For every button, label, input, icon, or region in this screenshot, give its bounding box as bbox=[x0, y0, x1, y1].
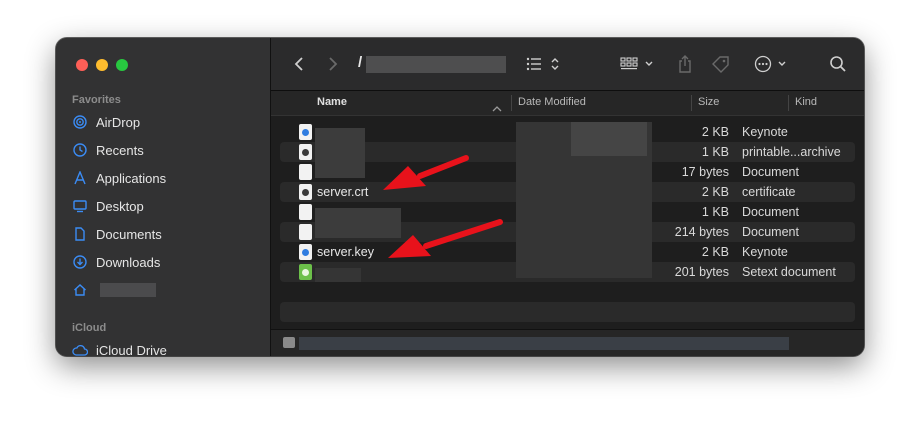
sidebar-item-applications[interactable]: Applications bbox=[72, 167, 262, 189]
share-icon[interactable] bbox=[677, 54, 693, 74]
redacted-path-bar bbox=[299, 337, 789, 350]
setext-file-icon bbox=[299, 264, 312, 280]
sidebar-item-home[interactable] bbox=[72, 279, 262, 301]
file-browser: / Name Date Modified Size Kind 2 KB Keyn… bbox=[271, 38, 864, 356]
file-kind: Document bbox=[742, 205, 799, 219]
redacted-username bbox=[100, 283, 156, 297]
file-kind: certificate bbox=[742, 185, 796, 199]
sort-ascending-icon[interactable] bbox=[492, 99, 502, 117]
sidebar-section-icloud: iCloud bbox=[72, 322, 107, 334]
empty-row bbox=[280, 302, 855, 322]
certificate-file-icon bbox=[299, 184, 312, 200]
file-kind: Keynote bbox=[742, 245, 788, 259]
file-name: server.key bbox=[317, 245, 374, 259]
path-bar bbox=[271, 329, 864, 356]
file-kind: Setext document bbox=[742, 265, 836, 279]
column-divider[interactable] bbox=[788, 95, 789, 111]
more-icon[interactable] bbox=[753, 54, 791, 74]
sidebar-item-recents[interactable]: Recents bbox=[72, 139, 262, 161]
finder-window: Favorites AirDrop Recents Applications D… bbox=[56, 38, 864, 356]
sidebar-item-label: Desktop bbox=[96, 198, 144, 214]
file-kind: Keynote bbox=[742, 125, 788, 139]
cloud-icon bbox=[72, 342, 88, 356]
toolbar: / bbox=[271, 38, 864, 91]
sidebar-item-downloads[interactable]: Downloads bbox=[72, 251, 262, 273]
download-icon bbox=[72, 254, 88, 270]
document-icon bbox=[72, 226, 88, 242]
sidebar-item-icloud-drive[interactable]: iCloud Drive bbox=[72, 339, 262, 356]
sidebar-item-airdrop[interactable]: AirDrop bbox=[72, 111, 262, 133]
sidebar-item-label: AirDrop bbox=[96, 114, 141, 130]
file-kind: printable...archive bbox=[742, 145, 841, 159]
home-icon bbox=[72, 282, 88, 298]
sidebar-item-label: Documents bbox=[96, 226, 162, 242]
grid-view-icon[interactable] bbox=[619, 54, 659, 74]
sidebar: Favorites AirDrop Recents Applications D… bbox=[56, 38, 271, 356]
column-header: Name Date Modified Size Kind bbox=[271, 91, 864, 116]
file-name: server.crt bbox=[317, 185, 369, 199]
desktop-icon bbox=[72, 198, 88, 214]
file-kind: Document bbox=[742, 225, 799, 239]
disk-icon bbox=[283, 337, 295, 348]
redacted-file-names bbox=[315, 208, 401, 238]
column-header-name[interactable]: Name bbox=[317, 96, 347, 108]
keynote-file-icon bbox=[299, 244, 312, 260]
search-icon[interactable] bbox=[828, 54, 848, 74]
close-window-button[interactable] bbox=[76, 59, 88, 71]
applications-icon bbox=[72, 170, 88, 186]
sidebar-section-favorites: Favorites bbox=[72, 94, 121, 106]
keynote-file-icon bbox=[299, 124, 312, 140]
redacted-file-names bbox=[315, 128, 365, 178]
column-header-kind[interactable]: Kind bbox=[795, 96, 817, 108]
column-divider[interactable] bbox=[511, 95, 512, 111]
tag-icon[interactable] bbox=[711, 54, 731, 74]
column-header-date-modified[interactable]: Date Modified bbox=[518, 96, 586, 108]
archive-file-icon bbox=[299, 144, 312, 160]
sidebar-item-label: Applications bbox=[96, 170, 167, 186]
minimize-window-button[interactable] bbox=[96, 59, 108, 71]
clock-icon bbox=[72, 142, 88, 158]
sidebar-item-label: Downloads bbox=[96, 254, 161, 270]
redacted-path bbox=[366, 56, 506, 73]
column-header-size[interactable]: Size bbox=[698, 96, 719, 108]
sidebar-item-desktop[interactable]: Desktop bbox=[72, 195, 262, 217]
zoom-window-button[interactable] bbox=[116, 59, 128, 71]
path-title: / bbox=[358, 54, 363, 71]
redacted-dates bbox=[571, 122, 647, 156]
airdrop-icon bbox=[72, 114, 88, 130]
blank-file-icon bbox=[299, 204, 312, 220]
back-icon[interactable] bbox=[291, 54, 307, 74]
sidebar-item-label: iCloud Drive bbox=[96, 342, 167, 357]
blank-file-icon bbox=[299, 164, 312, 180]
column-divider[interactable] bbox=[691, 95, 692, 111]
blank-file-icon bbox=[299, 224, 312, 240]
list-view-icon[interactable] bbox=[525, 54, 561, 74]
forward-icon[interactable] bbox=[325, 54, 341, 74]
file-kind: Document bbox=[742, 165, 799, 179]
sidebar-item-label: Recents bbox=[96, 142, 144, 158]
redacted-file-names bbox=[315, 268, 361, 282]
sidebar-item-documents[interactable]: Documents bbox=[72, 223, 262, 245]
